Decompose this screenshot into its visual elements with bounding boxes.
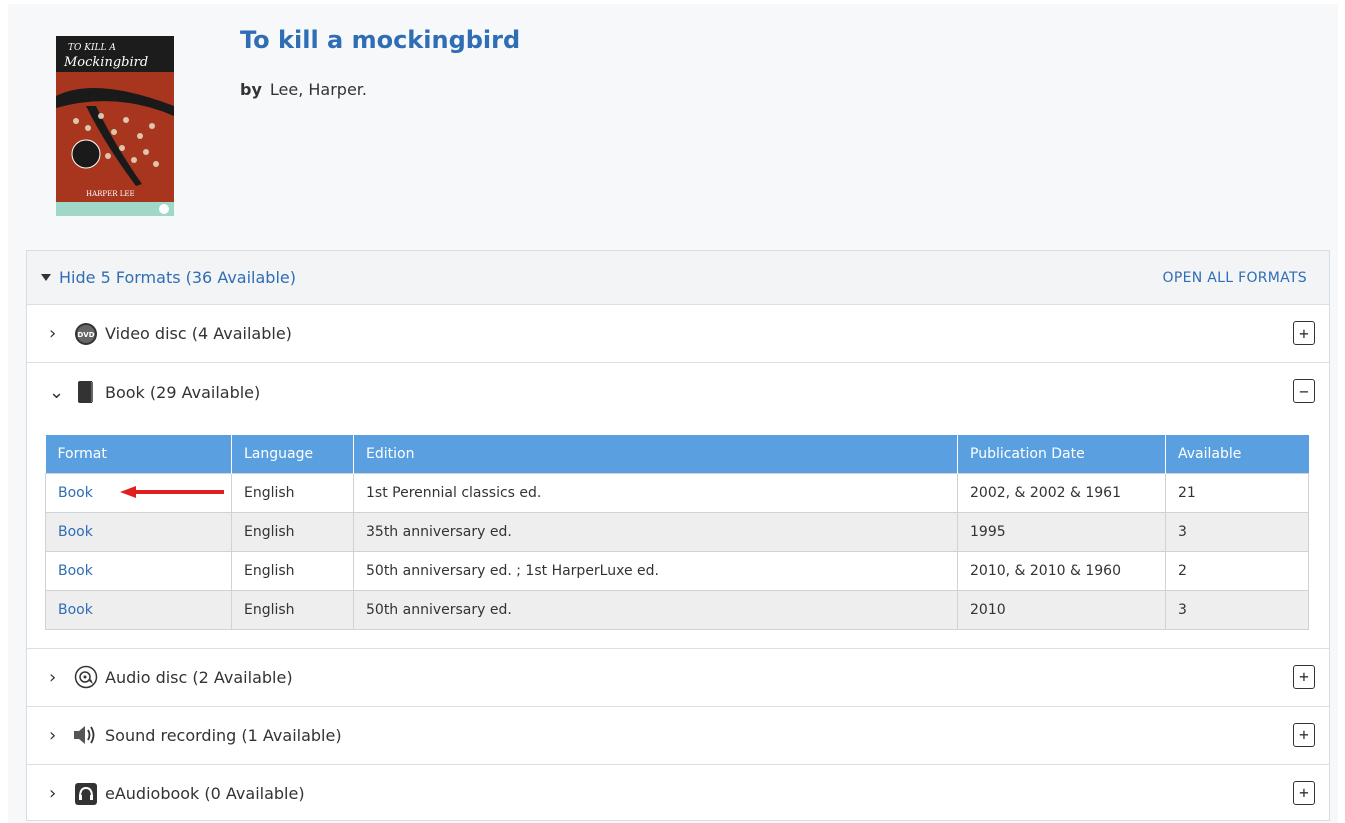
cell-available: 3 <box>1165 511 1309 552</box>
chevron-down-icon: ⌄ <box>49 381 65 403</box>
format-row-eaudiobook[interactable]: › eAudiobook (0 Available) + <box>27 765 1329 823</box>
cell-language: English <box>231 511 354 552</box>
format-row-audio-disc[interactable]: › Audio disc (2 Available) + <box>27 649 1329 707</box>
col-header-edition: Edition <box>353 435 958 473</box>
cell-language: English <box>231 550 354 591</box>
cell-edition: 50th anniversary ed. <box>353 589 958 630</box>
table-row: Book English 1st Perennial classics ed. … <box>45 472 1309 513</box>
book-header: TO KILL A Mockingbird HARPER LEE To kill… <box>8 4 1338 246</box>
cell-format: Book <box>45 589 232 630</box>
format-label: Audio disc (2 Available) <box>105 667 293 687</box>
format-row-video-disc[interactable]: › DVD Video disc (4 Available) + <box>27 305 1329 363</box>
author-name: Lee, Harper. <box>269 80 367 99</box>
format-link[interactable]: Book <box>58 485 93 501</box>
cell-publication-date: 2002, & 2002 & 1961 <box>957 472 1166 513</box>
speaker-icon <box>73 722 99 748</box>
byline: by Lee, Harper. <box>240 80 367 99</box>
svg-text:DVD: DVD <box>77 331 94 339</box>
table-row: Book English 35th anniversary ed. 1995 3 <box>45 511 1309 552</box>
headphones-icon <box>73 781 99 807</box>
format-link[interactable]: Book <box>58 563 93 579</box>
dvd-icon: DVD <box>73 321 99 347</box>
svg-text:HARPER LEE: HARPER LEE <box>86 190 135 198</box>
format-link[interactable]: Book <box>58 524 93 540</box>
cell-edition: 35th anniversary ed. <box>353 511 958 552</box>
chevron-right-icon: › <box>49 666 57 688</box>
format-row-book: ⌄ Book (29 Available) − Format Language … <box>27 363 1329 649</box>
cell-format: Book <box>45 511 232 552</box>
format-label: Book (29 Available) <box>105 382 261 402</box>
col-header-format: Format <box>45 435 232 473</box>
book-title[interactable]: To kill a mockingbird <box>240 26 520 54</box>
hide-formats-toggle[interactable]: Hide 5 Formats (36 Available) <box>41 268 296 287</box>
editions-table: Format Language Edition Publication Date… <box>45 435 1309 630</box>
chevron-right-icon: › <box>49 783 57 804</box>
formats-panel: Hide 5 Formats (36 Available) OPEN ALL F… <box>26 250 1330 821</box>
col-header-language: Language <box>231 435 354 473</box>
cell-language: English <box>231 472 354 513</box>
col-header-publication-date: Publication Date <box>957 435 1166 473</box>
format-row-book-header[interactable]: ⌄ Book (29 Available) − <box>27 363 1329 421</box>
chevron-right-icon: › <box>49 724 57 746</box>
col-header-available: Available <box>1165 435 1309 473</box>
cell-available: 21 <box>1165 472 1309 513</box>
annotation-arrow-left-icon <box>120 486 224 498</box>
expand-button[interactable]: + <box>1293 664 1315 689</box>
expand-button[interactable]: + <box>1293 722 1315 747</box>
hide-formats-label: Hide 5 Formats (36 Available) <box>59 268 296 287</box>
cell-edition: 1st Perennial classics ed. <box>353 472 958 513</box>
book-cover[interactable]: TO KILL A Mockingbird HARPER LEE <box>56 36 174 216</box>
cell-edition: 50th anniversary ed. ; 1st HarperLuxe ed… <box>353 550 958 591</box>
triangle-down-icon <box>41 274 51 281</box>
table-row: Book English 50th anniversary ed. 2010 3 <box>45 589 1309 630</box>
expand-button[interactable]: + <box>1293 321 1315 345</box>
audio-disc-icon <box>73 664 99 690</box>
table-row: Book English 50th anniversary ed. ; 1st … <box>45 550 1309 591</box>
format-label: Video disc (4 Available) <box>105 324 292 343</box>
table-header-row: Format Language Edition Publication Date… <box>45 435 1309 473</box>
book-icon <box>73 379 99 405</box>
format-label: Sound recording (1 Available) <box>105 725 342 745</box>
svg-text:TO KILL A: TO KILL A <box>68 43 116 53</box>
collapse-button[interactable]: − <box>1293 379 1315 403</box>
svg-text:Mockingbird: Mockingbird <box>63 55 148 70</box>
format-link[interactable]: Book <box>58 602 93 618</box>
chevron-right-icon: › <box>49 323 57 344</box>
cover-image: TO KILL A Mockingbird HARPER LEE <box>56 36 174 216</box>
expand-button[interactable]: + <box>1293 780 1315 805</box>
cell-available: 3 <box>1165 589 1309 630</box>
format-row-sound-recording[interactable]: › Sound recording (1 Available) + <box>27 707 1329 765</box>
cell-format: Book <box>45 550 232 591</box>
by-label: by <box>240 80 262 99</box>
open-all-formats-link[interactable]: OPEN ALL FORMATS <box>1163 270 1307 286</box>
cell-publication-date: 2010, & 2010 & 1960 <box>957 550 1166 591</box>
formats-panel-header: Hide 5 Formats (36 Available) OPEN ALL F… <box>27 251 1329 305</box>
cell-language: English <box>231 589 354 630</box>
cell-available: 2 <box>1165 550 1309 591</box>
cell-publication-date: 1995 <box>957 511 1166 552</box>
format-label: eAudiobook (0 Available) <box>105 784 305 803</box>
cell-publication-date: 2010 <box>957 589 1166 630</box>
